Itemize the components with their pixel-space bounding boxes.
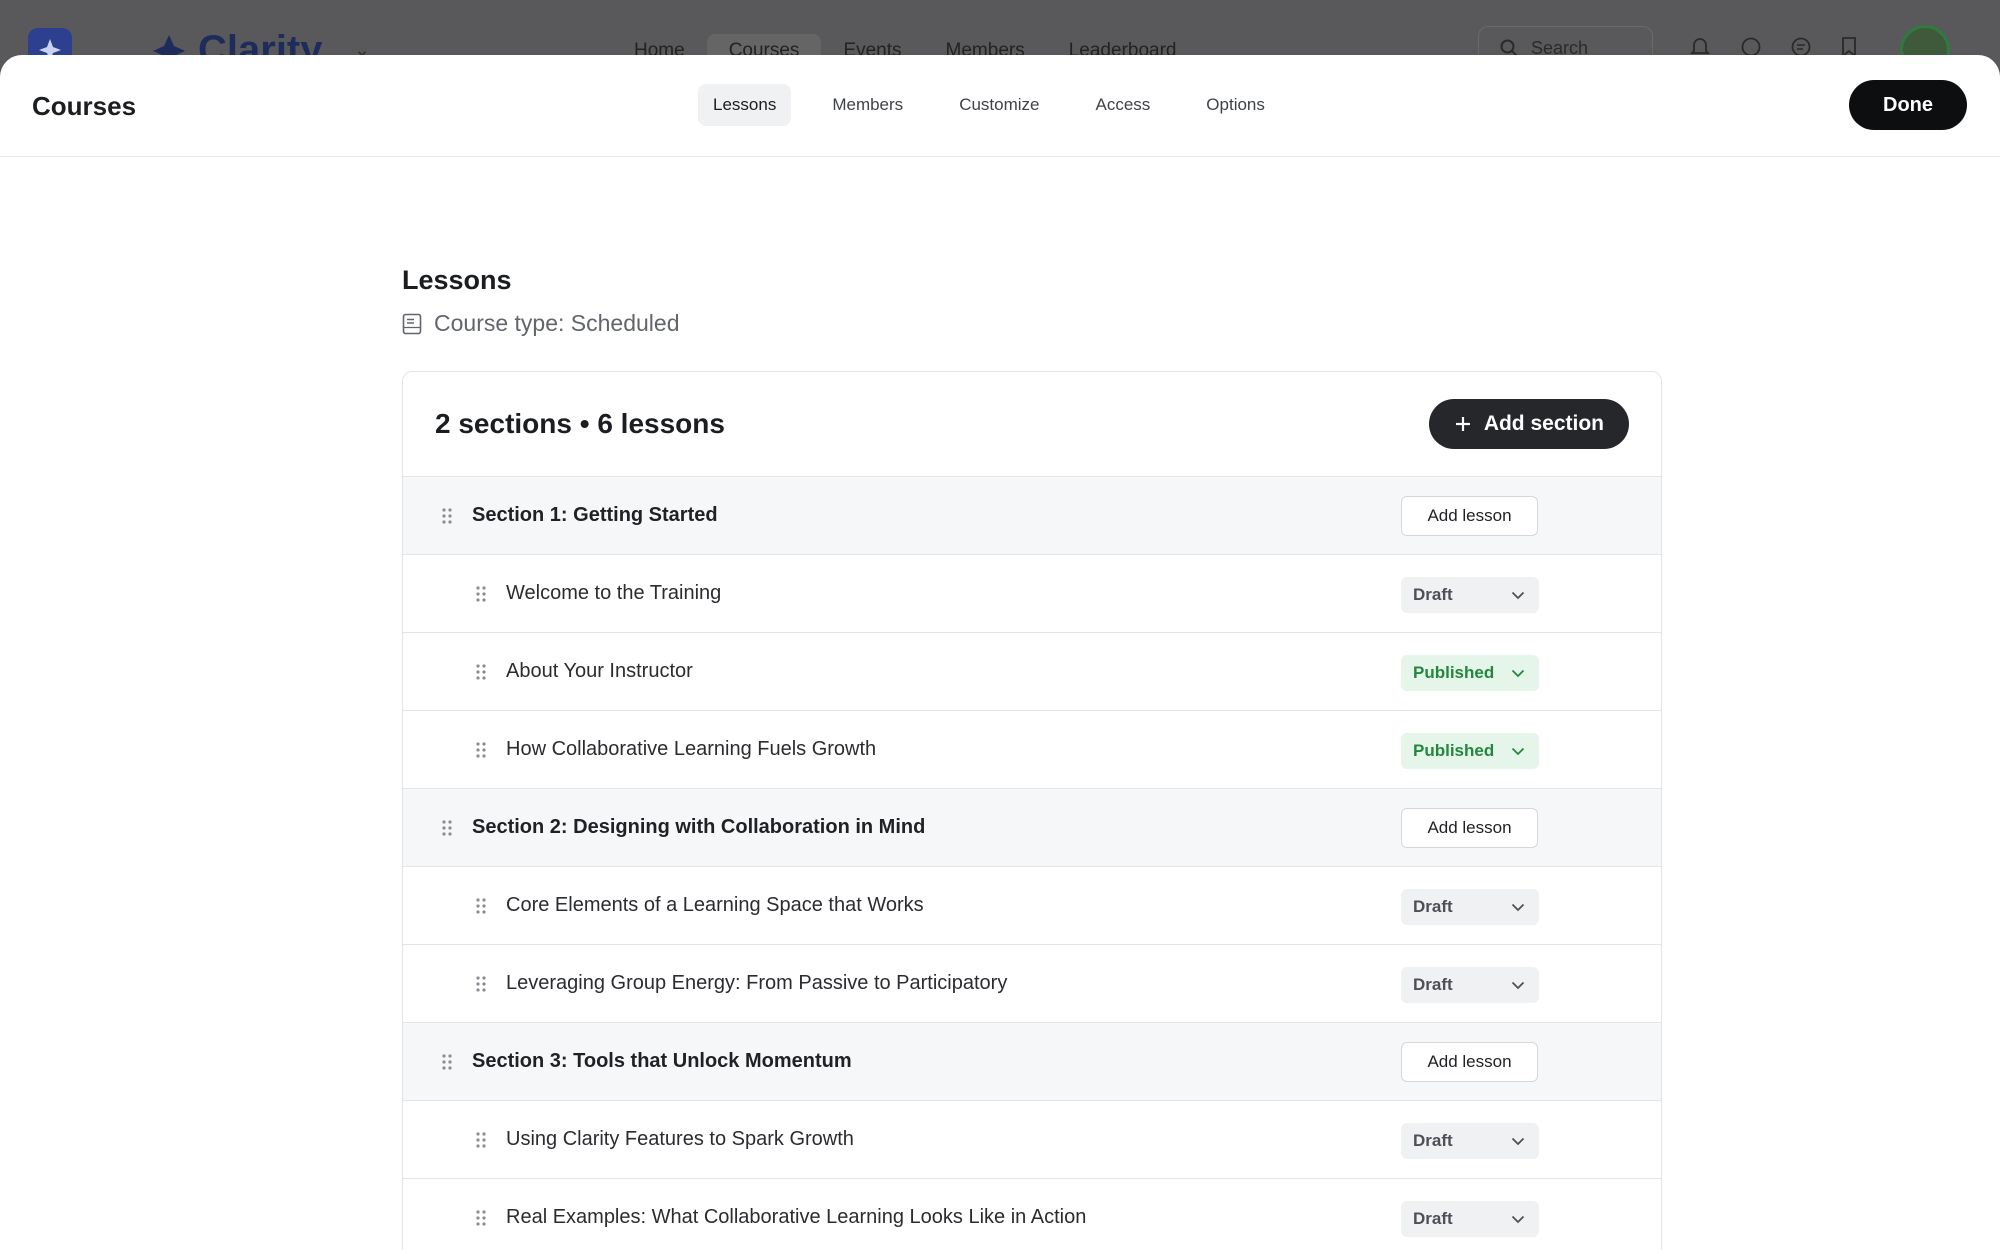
editor-tabs: Lessons Members Customize Access Options [698,84,1280,126]
course-type: Course type: Scheduled [402,310,1662,337]
add-section-label: Add section [1483,412,1604,435]
lesson-title[interactable]: Using Clarity Features to Spark Growth [506,1128,854,1151]
drag-handle-icon[interactable] [475,663,489,681]
section-row[interactable]: Section 2: Designing with Collaboration … [403,789,1661,867]
course-type-label: Course type: Scheduled [434,310,680,336]
status-label: Published [1413,741,1495,760]
status-label: Draft [1413,1209,1453,1228]
chevron-down-icon [1511,585,1525,605]
lesson-title[interactable]: Leveraging Group Energy: From Passive to… [506,972,1007,995]
lesson-title[interactable]: Core Elements of a Learning Space that W… [506,894,924,917]
drag-handle-icon[interactable] [441,819,455,837]
lesson-row[interactable]: Using Clarity Features to Spark Growth Dr… [403,1101,1661,1179]
section-title[interactable]: Section 3: Tools that Unlock Momentum [472,1050,852,1073]
lesson-row[interactable]: About Your Instructor Published [403,633,1661,711]
lesson-title[interactable]: Real Examples: What Collaborative Learni… [506,1206,1086,1229]
lessons-panel: 2 sections • 6 lessons Add section Secti… [402,371,1662,1250]
section-row[interactable]: Section 3: Tools that Unlock Momentum Add… [403,1023,1661,1101]
editor-topbar: Courses Lessons Members Customize Access… [0,55,2000,157]
lessons-list: Section 1: Getting Started Add lesson Welc… [403,477,1661,1250]
section-title[interactable]: Section 1: Getting Started [472,504,718,527]
add-section-button[interactable]: Add section [1428,399,1629,449]
status-dropdown[interactable]: Draft [1401,577,1539,613]
panel-header: 2 sections • 6 lessons Add section [403,372,1661,477]
status-dropdown[interactable]: Published [1401,655,1539,691]
add-lesson-button[interactable]: Add lesson [1401,496,1538,536]
drag-handle-icon[interactable] [475,741,489,759]
add-lesson-button[interactable]: Add lesson [1401,1042,1538,1082]
course-editor-modal: Courses Lessons Members Customize Access… [0,55,2000,1250]
lesson-row[interactable]: Leveraging Group Energy: From Passive to… [403,945,1661,1023]
status-label: Draft [1413,1131,1453,1150]
document-icon [402,313,422,334]
lesson-row[interactable]: Real Examples: What Collaborative Learni… [403,1179,1661,1250]
drag-handle-icon[interactable] [441,1053,455,1071]
drag-handle-icon[interactable] [475,1131,489,1149]
chevron-down-icon [1511,1209,1525,1229]
status-label: Published [1413,663,1495,682]
drag-handle-icon[interactable] [441,507,455,525]
status-label: Draft [1413,897,1453,916]
chevron-down-icon [1511,897,1525,917]
tab-members[interactable]: Members [817,84,918,126]
status-label: Draft [1413,975,1453,994]
tab-lessons[interactable]: Lessons [698,84,792,126]
plus-icon [1455,417,1470,431]
lessons-content: Lessons Course type: Scheduled 2 section… [402,265,1662,1250]
section-row[interactable]: Section 1: Getting Started Add lesson [403,477,1661,555]
lesson-title[interactable]: Welcome to the Training [506,582,721,605]
status-dropdown[interactable]: Draft [1401,889,1539,925]
add-lesson-button[interactable]: Add lesson [1401,808,1538,848]
lesson-title[interactable]: About Your Instructor [506,660,693,683]
drag-handle-icon[interactable] [475,585,489,603]
drag-handle-icon[interactable] [475,897,489,915]
section-title[interactable]: Section 2: Designing with Collaboration … [472,816,925,839]
lesson-title[interactable]: How Collaborative Learning Fuels Growth [506,738,876,761]
chevron-down-icon [1511,975,1525,995]
tab-options[interactable]: Options [1191,84,1280,126]
chevron-down-icon [1511,741,1525,761]
chevron-down-icon [1511,663,1525,683]
status-label: Draft [1413,585,1453,604]
tab-access[interactable]: Access [1081,84,1166,126]
status-dropdown[interactable]: Draft [1401,967,1539,1003]
drag-handle-icon[interactable] [475,1209,489,1227]
lesson-row[interactable]: Core Elements of a Learning Space that W… [403,867,1661,945]
lessons-heading: Lessons [402,265,512,295]
lesson-row[interactable]: How Collaborative Learning Fuels Growth P… [403,711,1661,789]
sections-summary: 2 sections • 6 lessons [435,408,725,439]
done-button[interactable]: Done [1849,80,1967,130]
chevron-down-icon [1511,1131,1525,1151]
tab-customize[interactable]: Customize [944,84,1054,126]
page-title: Courses [32,91,137,121]
drag-handle-icon[interactable] [475,975,489,993]
status-dropdown[interactable]: Draft [1401,1201,1539,1237]
status-dropdown[interactable]: Draft [1401,1123,1539,1159]
lesson-row[interactable]: Welcome to the Training Draft [403,555,1661,633]
status-dropdown[interactable]: Published [1401,733,1539,769]
